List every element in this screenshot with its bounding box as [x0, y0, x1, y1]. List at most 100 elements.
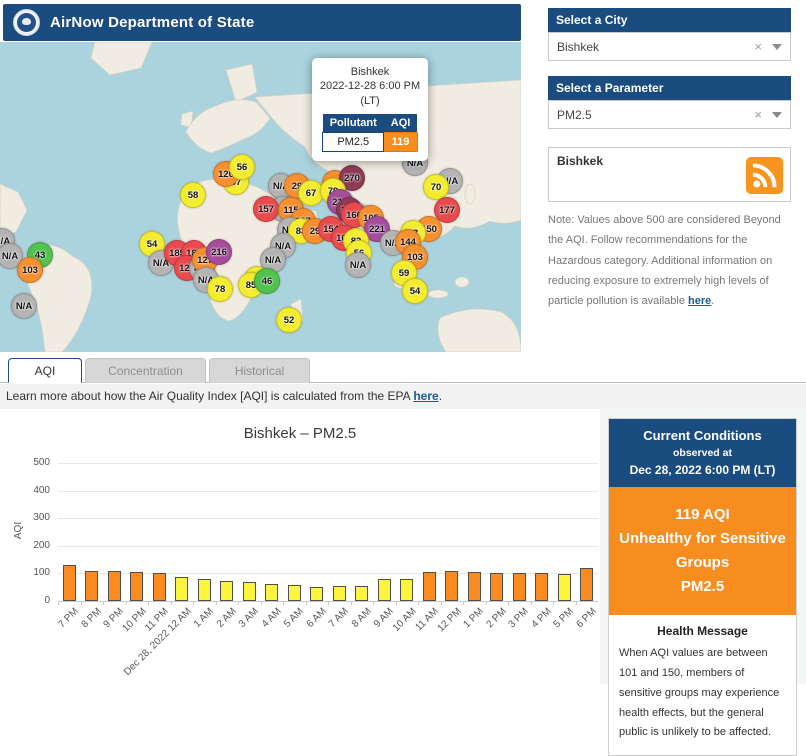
parameter-select[interactable]: PM2.5 ×	[548, 100, 791, 129]
chart-x-tick	[531, 601, 532, 605]
chart-bar[interactable]	[355, 586, 368, 601]
chart-bar[interactable]	[265, 584, 278, 601]
chart-bar[interactable]	[288, 585, 301, 601]
chart-bar[interactable]	[580, 568, 593, 601]
chart-title: Bishkek – PM2.5	[0, 425, 600, 442]
chart-bar[interactable]	[490, 573, 503, 601]
tab-aqi[interactable]: AQI	[8, 358, 82, 383]
airnow-page: AirNow Department of State	[0, 0, 806, 684]
aqi-map-marker[interactable]: 46	[254, 268, 280, 294]
chart-bar[interactable]	[513, 573, 526, 601]
popup-pollutant-value: PM2.5	[323, 132, 384, 151]
chart-bar[interactable]	[63, 565, 76, 601]
chart-x-tick	[58, 601, 59, 605]
chart-x-tick	[216, 601, 217, 605]
chart-bar[interactable]	[175, 577, 188, 601]
chart-x-tick	[508, 601, 509, 605]
aqi-chart-panel: Bishkek – PM2.5 AQI 01002003004005007 PM…	[0, 409, 600, 684]
cc-health-title: Health Message	[619, 624, 786, 638]
tab-concentration[interactable]: Concentration	[85, 358, 206, 383]
tab-bar: AQI Concentration Historical	[0, 358, 806, 383]
chart-x-tick	[351, 601, 352, 605]
cc-aqi-block: 119 AQI Unhealthy for Sensitive Groups P…	[609, 487, 796, 615]
cc-datetime: Dec 28, 2022 6:00 PM (LT)	[615, 461, 790, 479]
note-text: Note: Values above 500 are considered Be…	[548, 214, 781, 307]
aqi-map-marker[interactable]: 54	[402, 278, 428, 304]
chart-bar[interactable]	[108, 571, 121, 601]
aqi-map-marker[interactable]: 52	[276, 307, 302, 333]
aqi-map-marker[interactable]: 78	[207, 276, 233, 302]
city-clear-icon[interactable]: ×	[754, 39, 762, 54]
chart-y-tick-label: 200	[6, 540, 50, 551]
popup-timezone: (LT)	[317, 94, 423, 108]
parameter-caret-icon[interactable]	[772, 112, 782, 118]
chart-bar[interactable]	[378, 579, 391, 601]
popup-aqi-value: 119	[384, 132, 418, 151]
chart-x-tick	[261, 601, 262, 605]
chart-gridline	[58, 518, 598, 519]
parameter-clear-icon[interactable]: ×	[754, 107, 762, 122]
popup-datetime: 2022-12-28 6:00 PM	[317, 79, 423, 93]
aqi-map-marker[interactable]: 157	[253, 196, 279, 222]
chart-bar[interactable]	[198, 579, 211, 601]
world-aqi-map[interactable]: N/AN/A43103N/A571205658N/A2967N/A1571151…	[0, 42, 521, 352]
current-conditions-panel: Current Conditions observed at Dec 28, 2…	[608, 418, 797, 756]
city-select[interactable]: Bishkek ×	[548, 32, 791, 61]
popup-city: Bishkek	[317, 65, 423, 79]
note-period: .	[711, 295, 714, 307]
popup-col-aqi: AQI	[384, 114, 418, 133]
chart-bar[interactable]	[445, 571, 458, 601]
chart-x-tick	[103, 601, 104, 605]
cc-health-text: When AQI values are between 101 and 150,…	[619, 644, 786, 743]
aqi-map-marker[interactable]: N/A	[11, 293, 37, 319]
chart-y-tick-label: 300	[6, 512, 50, 523]
chart-y-tick-label: 100	[6, 567, 50, 578]
cc-aqi-category: Unhealthy for Sensitive Groups	[617, 527, 788, 575]
chart-bar[interactable]	[468, 572, 481, 601]
chart-bar[interactable]	[423, 572, 436, 601]
aqi-map-marker[interactable]: N/A	[345, 252, 371, 278]
rss-icon[interactable]	[746, 157, 783, 194]
chart-bar[interactable]	[153, 573, 166, 601]
popup-col-pollutant: Pollutant	[323, 114, 384, 133]
chart-x-tick	[441, 601, 442, 605]
chart-bar[interactable]	[535, 573, 548, 601]
chart-bar[interactable]	[333, 586, 346, 601]
learn-text: Learn more about how the Air Quality Ind…	[6, 389, 413, 403]
learn-period: .	[439, 389, 442, 403]
chart-bar[interactable]	[558, 574, 571, 601]
chart-x-tick	[553, 601, 554, 605]
city-select-value: Bishkek	[557, 40, 754, 54]
chart-bar[interactable]	[310, 587, 323, 601]
chart-bar[interactable]	[220, 581, 233, 601]
chart-gridline	[58, 546, 598, 547]
chart-x-tick	[396, 601, 397, 605]
city-caret-icon[interactable]	[772, 44, 782, 50]
aqi-map-marker[interactable]: 58	[180, 182, 206, 208]
chart-x-tick	[193, 601, 194, 605]
aqi-map-marker[interactable]: 103	[17, 257, 43, 283]
chart-gridline	[58, 463, 598, 464]
chart-y-axis-title: AQI	[13, 522, 24, 539]
aqi-map-marker[interactable]: 216	[206, 239, 232, 265]
chart-x-tick	[418, 601, 419, 605]
cc-observed-label: observed at	[615, 446, 790, 462]
chart-x-tick	[486, 601, 487, 605]
chart-y-tick-label: 500	[6, 457, 50, 468]
chart-bar[interactable]	[130, 572, 143, 601]
chart-x-tick	[328, 601, 329, 605]
cc-aqi-value: 119 AQI	[617, 503, 788, 527]
app-header: AirNow Department of State	[3, 4, 521, 41]
chart-bar[interactable]	[243, 582, 256, 601]
note-here-link[interactable]: here	[688, 295, 711, 307]
dos-seal-icon	[13, 9, 40, 36]
chart-bar[interactable]	[85, 571, 98, 601]
cc-title: Current Conditions	[615, 426, 790, 446]
aqi-map-marker[interactable]: 56	[229, 154, 255, 180]
chart-bar[interactable]	[400, 579, 413, 601]
chart-x-tick	[463, 601, 464, 605]
tab-historical[interactable]: Historical	[209, 358, 310, 383]
learn-here-link[interactable]: here	[413, 389, 438, 403]
popup-table: Pollutant AQI PM2.5 119	[322, 114, 418, 152]
chart-x-tick	[306, 601, 307, 605]
